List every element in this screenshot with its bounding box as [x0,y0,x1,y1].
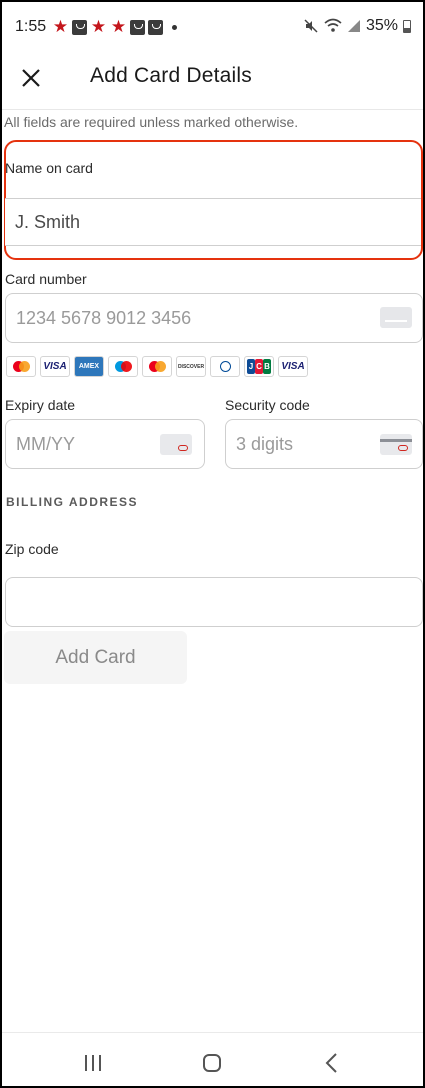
diners-club-icon [210,356,240,377]
card-number-placeholder: 1234 5678 9012 3456 [16,307,192,328]
page-title: Add Card Details [90,64,252,87]
battery-icon [403,19,411,33]
system-nav-bar [2,1032,423,1086]
visa-alt-icon: VISA [278,356,308,377]
card-number-input[interactable]: 1234 5678 9012 3456 [5,293,423,343]
mastercard-icon [6,356,36,377]
billing-address-heading: BILLING ADDRESS [6,495,139,509]
notification-icons: ★ ★ ★ [52,18,177,36]
recent-apps-icon[interactable] [73,1043,113,1083]
accepted-card-brands: VISA AMEX DISCOVER JCB VISA [6,356,308,377]
zip-code-label: Zip code [5,541,59,557]
name-on-card-value: J. Smith [15,211,81,232]
wifi-icon [324,18,342,32]
expiry-date-label: Expiry date [5,397,76,413]
card-cvv-icon [380,434,412,455]
back-icon[interactable] [312,1043,352,1083]
system-icons: 35% [303,17,411,35]
status-time: 1:55 [15,18,47,35]
expiry-date-placeholder: MM/YY [16,433,76,454]
zip-code-input[interactable] [5,577,423,627]
app-header: Add Card Details [2,54,423,110]
maestro-icon [108,356,138,377]
status-bar: 1:55 ★ ★ ★ 35% [2,2,423,52]
battery-percent: 35% [365,17,398,34]
card-icon [380,307,412,328]
mute-icon [304,19,318,33]
shopping-bag-icon [130,19,145,35]
star-icon: ★ [110,17,127,36]
mastercard-alt-icon [142,356,172,377]
jcb-icon: JCB [244,356,274,377]
star-icon: ★ [90,17,107,36]
name-on-card-input[interactable]: J. Smith [5,198,421,246]
security-code-placeholder: 3 digits [236,433,294,454]
security-code-label: Security code [225,397,310,413]
close-icon[interactable] [20,67,42,89]
add-card-button[interactable]: Add Card [4,631,187,684]
name-on-card-label: Name on card [5,160,93,176]
more-notifications-dot [172,24,177,30]
signal-icon [347,20,360,32]
card-number-label: Card number [5,271,87,287]
shopping-bag-icon [148,19,163,35]
star-icon: ★ [52,17,69,36]
discover-icon: DISCOVER [176,356,206,377]
home-icon[interactable] [192,1043,232,1083]
required-note: All fields are required unless marked ot… [4,114,299,130]
shopping-bag-icon [72,19,87,35]
card-expiry-icon [160,434,192,455]
visa-icon: VISA [40,356,70,377]
screen: 1:55 ★ ★ ★ 35% Add Card Details All fiel… [0,0,425,1088]
amex-icon: AMEX [74,356,104,377]
